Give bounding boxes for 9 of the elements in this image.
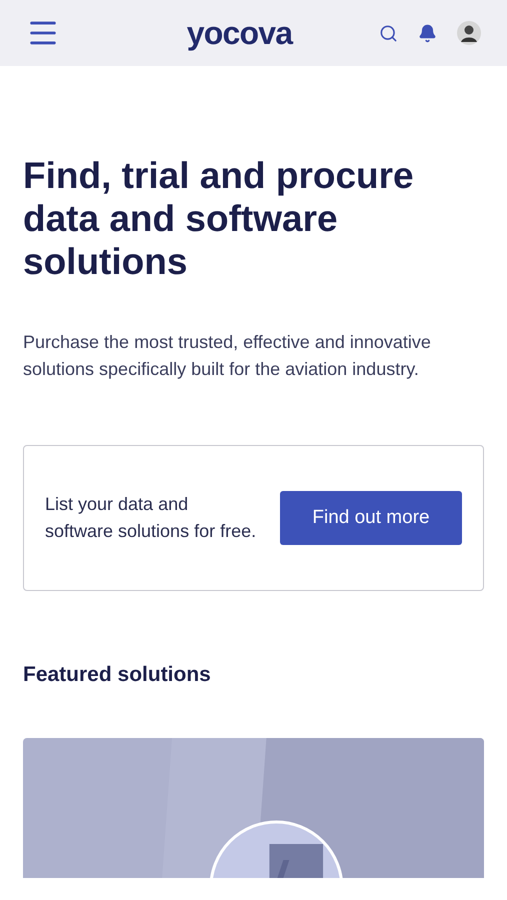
logo[interactable]: yocova — [186, 17, 292, 49]
find-out-more-button[interactable]: Find out more — [280, 491, 462, 545]
promo-text: List your data and software solutions for free. — [45, 493, 258, 543]
section-title: Featured solutions — [23, 662, 212, 688]
hero-description: Purchase the most trusted, effective and innovative solutions specifically built for the aviation industry. — [23, 331, 432, 381]
avatar-icon[interactable] — [457, 21, 481, 45]
search-icon[interactable] — [379, 24, 398, 42]
bell-icon[interactable] — [418, 24, 437, 42]
hero-title: Find, trial and procure data and software solutions — [23, 154, 415, 283]
